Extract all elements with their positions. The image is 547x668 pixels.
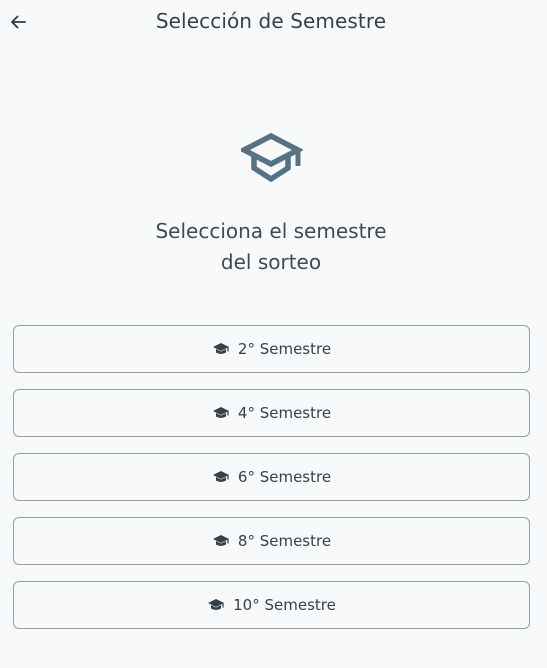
subtitle-line-2: del sorteo [220,250,322,274]
semester-option-label: 4° Semestre [237,404,332,422]
subtitle: Selecciona el semestre del sorteo [0,216,542,278]
semester-option-10[interactable]: 10° Semestre [13,581,530,629]
graduation-cap-icon [207,598,225,612]
semester-option-label: 2° Semestre [237,340,332,358]
graduation-cap-icon [212,406,230,420]
semester-options: 2° Semestre 4° Semestre 6° Semestre 8° S… [13,325,530,645]
semester-option-label: 10° Semestre [233,596,336,614]
graduation-cap-icon [212,470,230,484]
page-title: Selección de Semestre [155,9,387,33]
graduation-cap-icon [212,342,230,356]
semester-option-label: 6° Semestre [237,468,332,486]
semester-option-8[interactable]: 8° Semestre [13,517,530,565]
semester-option-4[interactable]: 4° Semestre [13,389,530,437]
semester-option-6[interactable]: 6° Semestre [13,453,530,501]
semester-option-label: 8° Semestre [237,532,332,550]
subtitle-line-1: Selecciona el semestre [155,219,387,243]
app-bar: Selección de Semestre [0,0,547,44]
semester-option-2[interactable]: 2° Semestre [13,325,530,373]
graduation-cap-icon [212,534,230,548]
graduation-cap-icon [238,130,304,186]
